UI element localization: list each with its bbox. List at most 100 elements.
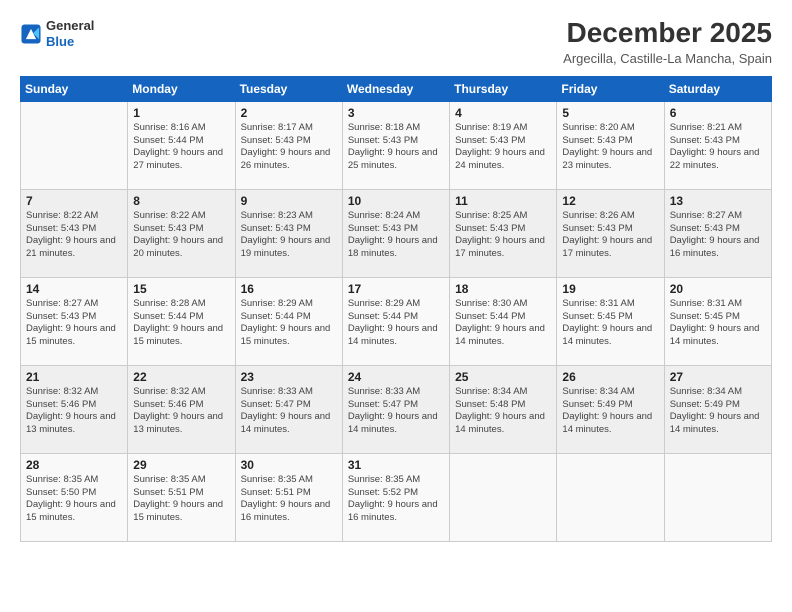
day-number: 1 [133, 106, 229, 120]
day-info: Sunrise: 8:20 AM Sunset: 5:43 PM Dayligh… [562, 122, 658, 173]
day-info: Sunrise: 8:33 AM Sunset: 5:47 PM Dayligh… [241, 386, 337, 437]
location: Argecilla, Castille-La Mancha, Spain [563, 51, 772, 66]
table-cell [664, 453, 771, 541]
table-cell: 30 Sunrise: 8:35 AM Sunset: 5:51 PM Dayli… [235, 453, 342, 541]
day-number: 8 [133, 194, 229, 208]
day-number: 24 [348, 370, 444, 384]
table-cell: 15 Sunrise: 8:28 AM Sunset: 5:44 PM Dayli… [128, 277, 235, 365]
table-cell: 2 Sunrise: 8:17 AM Sunset: 5:43 PM Daylig… [235, 101, 342, 189]
day-info: Sunrise: 8:30 AM Sunset: 5:44 PM Dayligh… [455, 298, 551, 349]
header-wednesday: Wednesday [342, 76, 449, 101]
header-thursday: Thursday [450, 76, 557, 101]
table-cell: 27 Sunrise: 8:34 AM Sunset: 5:49 PM Dayli… [664, 365, 771, 453]
day-info: Sunrise: 8:18 AM Sunset: 5:43 PM Dayligh… [348, 122, 444, 173]
table-cell: 22 Sunrise: 8:32 AM Sunset: 5:46 PM Dayli… [128, 365, 235, 453]
table-cell: 14Sunrise: 8:27 AM Sunset: 5:43 PM Dayli… [21, 277, 128, 365]
day-info: Sunrise: 8:35 AM Sunset: 5:51 PM Dayligh… [241, 474, 337, 525]
day-info: Sunrise: 8:35 AM Sunset: 5:51 PM Dayligh… [133, 474, 229, 525]
logo-icon [20, 23, 42, 45]
table-cell: 23 Sunrise: 8:33 AM Sunset: 5:47 PM Dayli… [235, 365, 342, 453]
calendar-page: General Blue December 2025 Argecilla, Ca… [0, 0, 792, 612]
table-cell: 18 Sunrise: 8:30 AM Sunset: 5:44 PM Dayli… [450, 277, 557, 365]
day-number: 28 [26, 458, 122, 472]
day-number: 23 [241, 370, 337, 384]
table-cell: 6 Sunrise: 8:21 AM Sunset: 5:43 PM Daylig… [664, 101, 771, 189]
header-tuesday: Tuesday [235, 76, 342, 101]
day-info: Sunrise: 8:31 AM Sunset: 5:45 PM Dayligh… [670, 298, 766, 349]
logo: General Blue [20, 18, 94, 49]
day-info: Sunrise: 8:23 AM Sunset: 5:43 PM Dayligh… [241, 210, 337, 261]
header-monday: Monday [128, 76, 235, 101]
day-number: 22 [133, 370, 229, 384]
day-number: 15 [133, 282, 229, 296]
calendar-table: Sunday Monday Tuesday Wednesday Thursday… [20, 76, 772, 542]
table-cell: 9 Sunrise: 8:23 AM Sunset: 5:43 PM Daylig… [235, 189, 342, 277]
day-info: Sunrise: 8:26 AM Sunset: 5:43 PM Dayligh… [562, 210, 658, 261]
day-info: Sunrise: 8:34 AM Sunset: 5:49 PM Dayligh… [562, 386, 658, 437]
day-info: Sunrise: 8:33 AM Sunset: 5:47 PM Dayligh… [348, 386, 444, 437]
day-info: Sunrise: 8:16 AM Sunset: 5:44 PM Dayligh… [133, 122, 229, 173]
day-number: 16 [241, 282, 337, 296]
day-number: 3 [348, 106, 444, 120]
day-number: 31 [348, 458, 444, 472]
table-cell: 17Sunrise: 8:29 AM Sunset: 5:44 PM Dayli… [342, 277, 449, 365]
table-cell: 3 Sunrise: 8:18 AM Sunset: 5:43 PM Daylig… [342, 101, 449, 189]
day-info: Sunrise: 8:35 AM Sunset: 5:50 PM Dayligh… [26, 474, 122, 525]
day-info: Sunrise: 8:22 AM Sunset: 5:43 PM Dayligh… [133, 210, 229, 261]
header-saturday: Saturday [664, 76, 771, 101]
day-number: 11 [455, 194, 551, 208]
day-info: Sunrise: 8:22 AM Sunset: 5:43 PM Dayligh… [26, 210, 122, 261]
table-cell [557, 453, 664, 541]
day-info: Sunrise: 8:32 AM Sunset: 5:46 PM Dayligh… [26, 386, 122, 437]
day-number: 18 [455, 282, 551, 296]
day-number: 29 [133, 458, 229, 472]
table-cell: 10 Sunrise: 8:24 AM Sunset: 5:43 PM Dayli… [342, 189, 449, 277]
day-info: Sunrise: 8:34 AM Sunset: 5:49 PM Dayligh… [670, 386, 766, 437]
day-number: 30 [241, 458, 337, 472]
table-cell: 24 Sunrise: 8:33 AM Sunset: 5:47 PM Dayli… [342, 365, 449, 453]
day-info: Sunrise: 8:32 AM Sunset: 5:46 PM Dayligh… [133, 386, 229, 437]
week-row-1: 1 Sunrise: 8:16 AM Sunset: 5:44 PM Daylig… [21, 101, 772, 189]
day-number: 7 [26, 194, 122, 208]
day-number: 19 [562, 282, 658, 296]
header-friday: Friday [557, 76, 664, 101]
day-number: 20 [670, 282, 766, 296]
day-info: Sunrise: 8:24 AM Sunset: 5:43 PM Dayligh… [348, 210, 444, 261]
page-header: General Blue December 2025 Argecilla, Ca… [20, 18, 772, 66]
day-number: 14 [26, 282, 122, 296]
day-number: 6 [670, 106, 766, 120]
table-cell: 19 Sunrise: 8:31 AM Sunset: 5:45 PM Dayli… [557, 277, 664, 365]
table-cell: 21 Sunrise: 8:32 AM Sunset: 5:46 PM Dayli… [21, 365, 128, 453]
day-number: 10 [348, 194, 444, 208]
day-number: 27 [670, 370, 766, 384]
table-cell: 7 Sunrise: 8:22 AM Sunset: 5:43 PM Daylig… [21, 189, 128, 277]
month-title: December 2025 [563, 18, 772, 49]
day-info: Sunrise: 8:17 AM Sunset: 5:43 PM Dayligh… [241, 122, 337, 173]
day-number: 26 [562, 370, 658, 384]
week-row-3: 14Sunrise: 8:27 AM Sunset: 5:43 PM Dayli… [21, 277, 772, 365]
day-number: 5 [562, 106, 658, 120]
day-info: Sunrise: 8:25 AM Sunset: 5:43 PM Dayligh… [455, 210, 551, 261]
table-cell: 29 Sunrise: 8:35 AM Sunset: 5:51 PM Dayli… [128, 453, 235, 541]
week-row-4: 21 Sunrise: 8:32 AM Sunset: 5:46 PM Dayli… [21, 365, 772, 453]
day-info: Sunrise: 8:31 AM Sunset: 5:45 PM Dayligh… [562, 298, 658, 349]
table-cell: 5 Sunrise: 8:20 AM Sunset: 5:43 PM Daylig… [557, 101, 664, 189]
day-number: 21 [26, 370, 122, 384]
table-cell: 1 Sunrise: 8:16 AM Sunset: 5:44 PM Daylig… [128, 101, 235, 189]
table-cell: 25Sunrise: 8:34 AM Sunset: 5:48 PM Dayli… [450, 365, 557, 453]
table-cell: 8 Sunrise: 8:22 AM Sunset: 5:43 PM Daylig… [128, 189, 235, 277]
weekday-header-row: Sunday Monday Tuesday Wednesday Thursday… [21, 76, 772, 101]
day-info: Sunrise: 8:21 AM Sunset: 5:43 PM Dayligh… [670, 122, 766, 173]
table-cell [450, 453, 557, 541]
table-cell: 26 Sunrise: 8:34 AM Sunset: 5:49 PM Dayli… [557, 365, 664, 453]
table-cell: 16Sunrise: 8:29 AM Sunset: 5:44 PM Dayli… [235, 277, 342, 365]
day-number: 2 [241, 106, 337, 120]
day-info: Sunrise: 8:29 AM Sunset: 5:44 PM Dayligh… [348, 298, 444, 349]
day-info: Sunrise: 8:28 AM Sunset: 5:44 PM Dayligh… [133, 298, 229, 349]
table-cell: 12Sunrise: 8:26 AM Sunset: 5:43 PM Dayli… [557, 189, 664, 277]
table-cell [21, 101, 128, 189]
table-cell: 31Sunrise: 8:35 AM Sunset: 5:52 PM Dayli… [342, 453, 449, 541]
table-cell: 4Sunrise: 8:19 AM Sunset: 5:43 PM Daylig… [450, 101, 557, 189]
day-number: 9 [241, 194, 337, 208]
day-info: Sunrise: 8:34 AM Sunset: 5:48 PM Dayligh… [455, 386, 551, 437]
